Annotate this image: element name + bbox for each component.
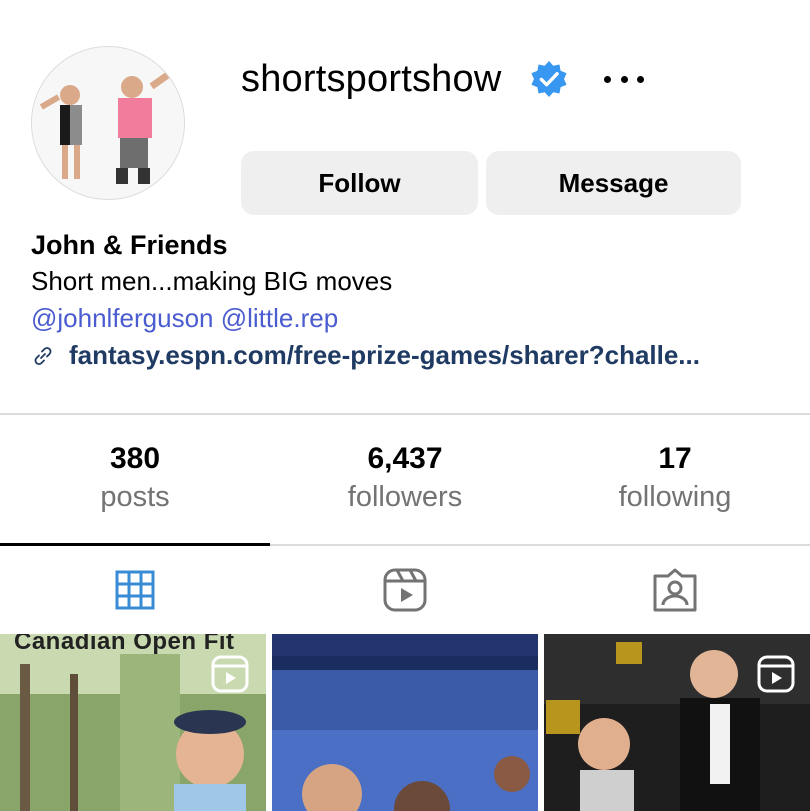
bio-mentions: @johnlferguson @little.rep [31, 303, 338, 334]
stat-value: 6,437 [367, 442, 443, 475]
post-thumbnail[interactable] [272, 634, 538, 811]
link-icon [34, 346, 52, 365]
avatar[interactable] [31, 46, 185, 200]
reel-badge-icon [211, 655, 249, 693]
stat-followers[interactable]: 6,437 followers [270, 440, 540, 516]
more-dot [637, 75, 644, 83]
more-horizontal-icon [604, 75, 611, 83]
stat-label: posts [100, 481, 170, 513]
post-thumbnail[interactable]: Canadian Open Fit [0, 634, 266, 811]
post-image [272, 634, 538, 811]
stat-posts: 380 posts [0, 440, 270, 516]
posts-grid: Canadian Open Fit [0, 634, 810, 811]
bio-external-link[interactable]: fantasy.espn.com/free-prize-games/sharer… [31, 340, 700, 371]
mention-link[interactable]: @little.rep [221, 303, 338, 333]
message-button[interactable]: Message [486, 151, 741, 215]
stat-label: followers [347, 481, 463, 513]
avatar-photo [32, 47, 184, 199]
follow-button[interactable]: Follow [241, 151, 478, 215]
reels-icon [383, 568, 427, 612]
tab-posts-grid[interactable] [0, 546, 270, 634]
mention-link[interactable]: @johnlferguson [31, 303, 214, 333]
tab-reels[interactable] [270, 546, 540, 634]
tab-tagged[interactable] [540, 546, 810, 634]
stat-label: following [618, 481, 732, 513]
stat-value: 17 [658, 442, 692, 475]
more-options-button[interactable] [600, 60, 648, 98]
stat-following[interactable]: 17 following [540, 440, 810, 516]
profile-username: shortsportshow [241, 58, 502, 100]
post-thumbnail[interactable] [544, 634, 810, 811]
post-caption: Canadian Open Fit [14, 634, 235, 655]
bio-link-text: fantasy.espn.com/free-prize-games/sharer… [69, 340, 700, 370]
bio-name: John & Friends [31, 230, 228, 260]
verified-badge-icon [531, 60, 567, 98]
bio-text: Short men...making BIG moves [31, 266, 393, 296]
stat-value: 380 [109, 442, 161, 475]
more-dot [620, 75, 628, 83]
reel-badge-icon [757, 655, 795, 693]
section-divider [0, 413, 810, 415]
tagged-icon [653, 568, 697, 612]
grid-icon [115, 570, 155, 610]
